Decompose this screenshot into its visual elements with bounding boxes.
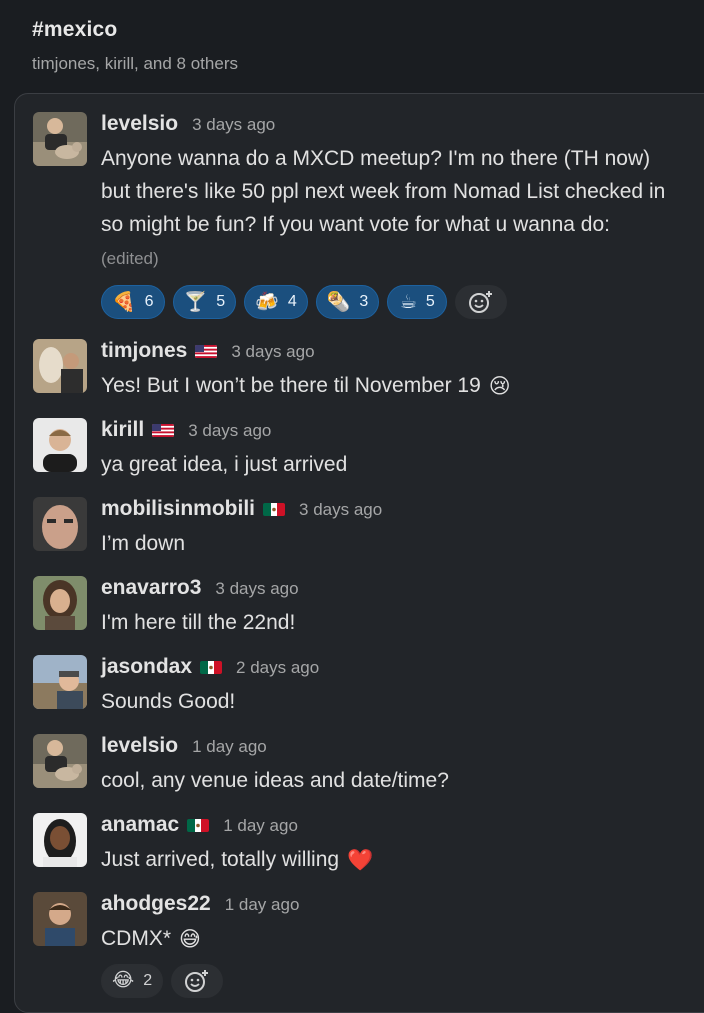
username[interactable]: levelsio [101, 112, 178, 136]
avatar[interactable] [33, 576, 87, 630]
username[interactable]: kirill [101, 418, 144, 442]
message-text: Just arrived, totally willing ❤️ [101, 843, 671, 877]
timestamp[interactable]: 3 days ago [299, 500, 382, 520]
add-reaction-button[interactable] [455, 285, 508, 319]
tears-of-joy-icon: 😂 [112, 970, 135, 992]
avatar[interactable] [33, 655, 87, 709]
username[interactable]: mobilisinmobili [101, 497, 255, 521]
cocktail-icon: 🍸 [183, 291, 208, 313]
timestamp[interactable]: 2 days ago [236, 658, 319, 678]
message-text: cool, any venue ideas and date/time? [101, 769, 449, 792]
mx-flag-icon [187, 819, 210, 832]
reaction-beers[interactable]: 🍻 4 [244, 285, 308, 319]
timestamp[interactable]: 3 days ago [231, 342, 314, 362]
username[interactable]: timjones [101, 339, 187, 363]
username[interactable]: ahodges22 [101, 892, 211, 916]
channel-header: #mexico timjones, kirill, and 8 others [32, 18, 238, 74]
username[interactable]: jasondax [101, 655, 192, 679]
reactions-bar: 😂 2 [101, 963, 671, 998]
reaction-tears-of-joy[interactable]: 😂 2 [101, 963, 164, 998]
crying-face-icon: 😢 [488, 374, 511, 398]
message-text: CDMX* 😅 [101, 922, 671, 956]
timestamp[interactable]: 3 days ago [192, 115, 275, 135]
us-flag-icon [152, 424, 175, 437]
reaction-coffee[interactable]: ☕ 5 [387, 285, 448, 319]
add-emoji-icon [469, 291, 493, 313]
message-text: Sounds Good! [101, 690, 236, 713]
timestamp[interactable]: 3 days ago [215, 579, 298, 599]
avatar[interactable] [33, 112, 87, 166]
message-text: I'm here till the 22nd! [101, 611, 296, 634]
reaction-pizza[interactable]: 🍕 6 [101, 285, 165, 319]
timestamp[interactable]: 3 days ago [188, 421, 271, 441]
username[interactable]: anamac [101, 813, 179, 837]
coffee-icon: ☕ [399, 291, 417, 313]
channel-members[interactable]: timjones, kirill, and 8 others [32, 54, 238, 74]
add-reaction-button[interactable] [171, 963, 224, 998]
timestamp[interactable]: 1 day ago [223, 816, 298, 836]
avatar[interactable] [33, 892, 87, 946]
mx-flag-icon [263, 503, 286, 516]
beers-icon: 🍻 [255, 291, 279, 313]
reaction-cocktail[interactable]: 🍸 5 [172, 285, 237, 319]
message-text: ya great idea, i just arrived [101, 453, 348, 476]
username[interactable]: levelsio [101, 734, 178, 758]
username[interactable]: enavarro3 [101, 576, 201, 600]
avatar[interactable] [33, 813, 87, 867]
mx-flag-icon [200, 661, 223, 674]
pizza-icon: 🍕 [112, 291, 136, 313]
edited-label: (edited) [101, 249, 159, 268]
message-text: I’m down [101, 532, 186, 555]
red-heart-icon: ❤️ [347, 848, 374, 872]
avatar[interactable] [33, 497, 87, 551]
reaction-burrito[interactable]: 🌯 3 [315, 285, 380, 319]
message-text: Anyone wanna do a MXCD meetup? I'm no th… [101, 147, 666, 268]
avatar[interactable] [33, 339, 87, 393]
grinning-sweat-icon: 😅 [179, 927, 201, 951]
channel-name[interactable]: #mexico [32, 18, 238, 42]
us-flag-icon [195, 345, 218, 358]
message-text: Yes! But I won’t be there til November 1… [101, 369, 671, 403]
timestamp[interactable]: 1 day ago [225, 895, 300, 915]
avatar[interactable] [33, 734, 87, 788]
burrito-icon: 🌯 [326, 291, 351, 313]
timestamp[interactable]: 1 day ago [192, 737, 267, 757]
add-emoji-icon [185, 969, 209, 992]
avatar[interactable] [33, 418, 87, 472]
reactions-bar: 🍕 6 🍸 5 🍻 4 🌯 3 ☕ 5 [101, 285, 671, 319]
